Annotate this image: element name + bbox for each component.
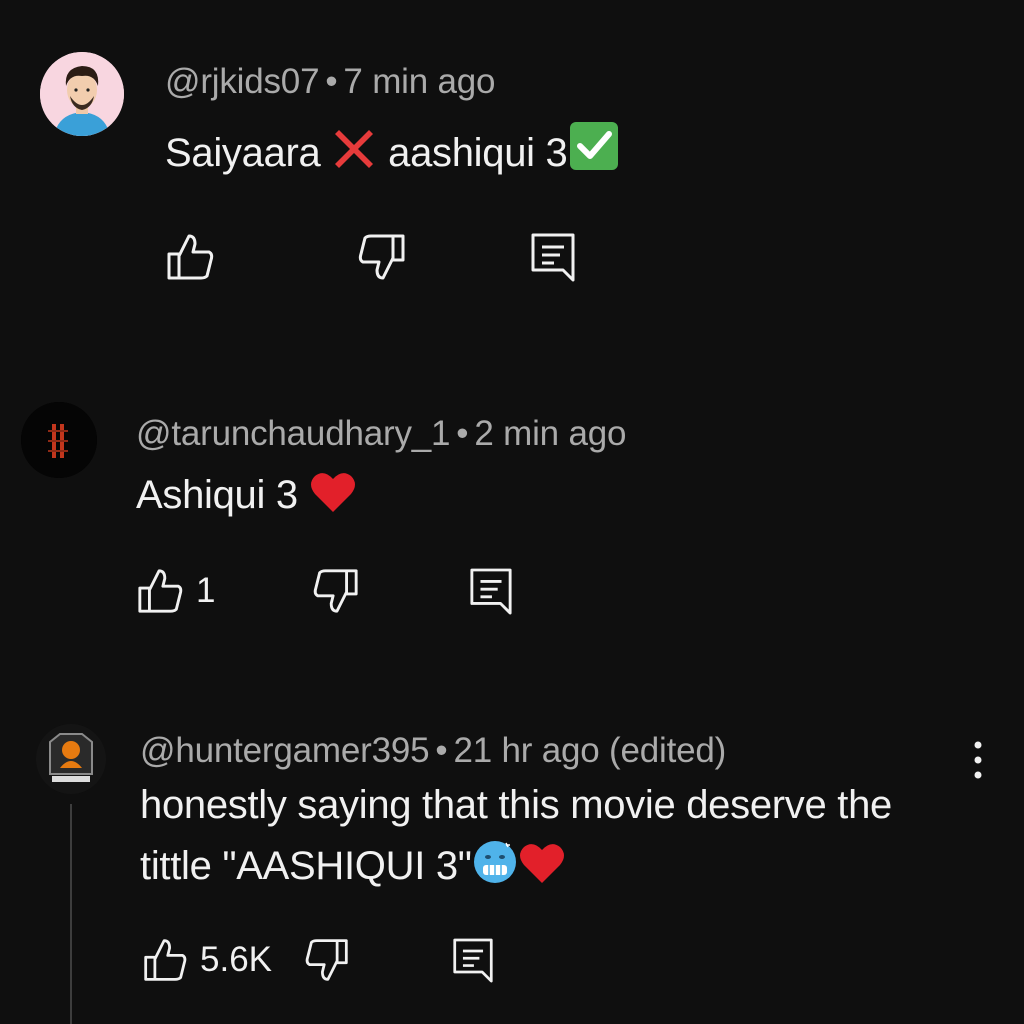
comment-meta: @rjkids07 • 7 min ago xyxy=(165,62,496,102)
reply-comment-icon xyxy=(531,233,575,282)
dislike-button[interactable] xyxy=(312,567,360,615)
avatar-gaming-logo-icon xyxy=(36,724,106,794)
thumbs-down-icon xyxy=(313,569,358,613)
thumbs-up-icon xyxy=(144,939,187,981)
comment-text-part-1: Ashiqui 3 xyxy=(136,473,298,517)
more-options-button[interactable] xyxy=(968,738,988,787)
meta-separator: • xyxy=(325,62,338,101)
avatar-tarunchaudhary[interactable] xyxy=(21,402,97,478)
check-mark-button-icon xyxy=(568,120,620,189)
comment-text-part-2: aashiqui 3 xyxy=(388,131,568,175)
comment-meta: @huntergamer395 • 21 hr ago (edited) xyxy=(140,731,726,771)
comment-time: 21 hr ago (edited) xyxy=(453,731,727,770)
dislike-button[interactable] xyxy=(357,232,407,282)
cold-face-icon xyxy=(472,839,518,902)
avatar-logo-icon xyxy=(21,402,97,478)
like-count: 1 xyxy=(196,571,216,610)
avatar-illustration-icon xyxy=(40,52,124,136)
reply-thread-line xyxy=(70,804,72,1024)
author-handle[interactable]: @tarunchaudhary_1 xyxy=(136,414,450,453)
cross-mark-icon xyxy=(331,126,377,189)
comment-actions xyxy=(160,232,600,292)
comment-text-line-1: honestly saying that this movie deserve … xyxy=(140,783,892,827)
comment-meta: @tarunchaudhary_1 • 2 min ago xyxy=(136,414,626,454)
avatar-rjkids07[interactable] xyxy=(40,52,124,136)
red-heart-icon xyxy=(518,841,566,902)
reply-button[interactable] xyxy=(469,567,513,617)
comment-text-part-2: tittle "AASHIQUI 3" xyxy=(140,844,472,888)
thumbs-up-icon xyxy=(167,234,214,280)
more-vertical-icon xyxy=(974,741,982,779)
comment-text-part-1: Saiyaara xyxy=(165,131,321,175)
comment-time: 7 min ago xyxy=(343,62,496,101)
dislike-button[interactable] xyxy=(304,937,350,983)
author-handle[interactable]: @huntergamer395 xyxy=(140,731,430,770)
reply-comment-icon xyxy=(470,568,512,615)
thumbs-up-icon xyxy=(138,569,183,613)
reply-button[interactable] xyxy=(452,937,494,985)
thumbs-down-icon xyxy=(305,939,348,981)
comment-actions: 5.6K xyxy=(142,937,542,997)
author-handle[interactable]: @rjkids07 xyxy=(165,62,320,101)
avatar-huntergamer395[interactable] xyxy=(36,724,106,794)
like-count: 5.6K xyxy=(200,940,272,979)
comment-text: Ashiqui 3 xyxy=(136,465,357,531)
comment-actions: 1 xyxy=(136,567,536,627)
like-button[interactable]: 5.6K xyxy=(142,937,272,983)
meta-separator: • xyxy=(435,731,448,770)
like-button[interactable]: 1 xyxy=(136,567,215,615)
red-heart-icon xyxy=(309,470,357,531)
comment-text-line-2: tittle "AASHIQUI 3" xyxy=(140,836,566,902)
reply-comment-icon xyxy=(453,938,493,983)
thumbs-down-icon xyxy=(358,234,405,280)
meta-separator: • xyxy=(456,414,469,453)
like-button[interactable] xyxy=(165,232,215,282)
reply-button[interactable] xyxy=(530,232,576,284)
comment-text: Saiyaara aashiqui 3 xyxy=(165,120,620,189)
comment-time: 2 min ago xyxy=(474,414,627,453)
